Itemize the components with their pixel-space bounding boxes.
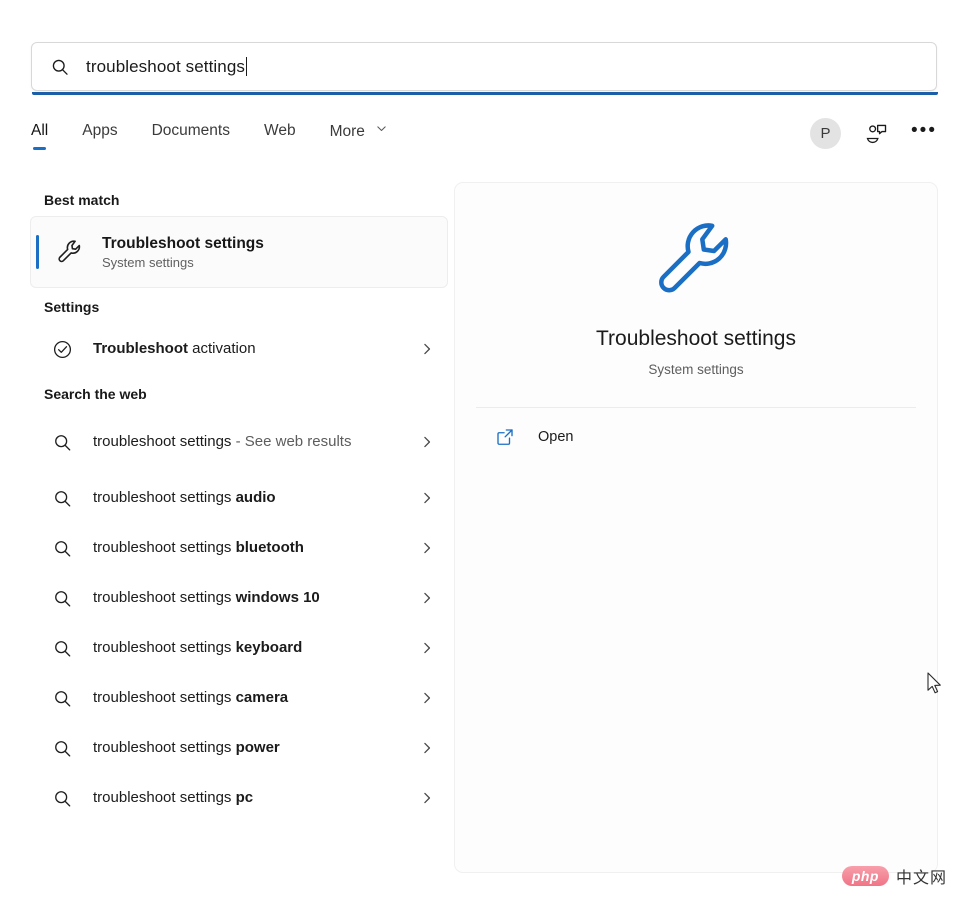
web-result-label: troubleshoot settings - See web results [93, 430, 420, 453]
search-focus-underline [32, 92, 938, 95]
chevron-right-icon [420, 541, 434, 555]
best-match-item[interactable]: Troubleshoot settings System settings [31, 217, 447, 287]
search-icon [52, 488, 73, 509]
web-suggestion-audio[interactable]: troubleshoot settings audio [31, 473, 447, 523]
preview-hero: Troubleshoot settings System settings [455, 183, 937, 377]
avatar-initial: P [820, 125, 831, 142]
tab-apps-label: Apps [82, 122, 118, 139]
chevron-right-icon [420, 491, 434, 505]
web-result-see-web-results[interactable]: troubleshoot settings - See web results [31, 411, 447, 473]
tab-all[interactable]: All [31, 122, 48, 150]
chevron-right-icon [420, 591, 434, 605]
best-match-subtitle: System settings [102, 255, 194, 271]
web-suggestion-label: troubleshoot settings windows 10 [93, 586, 420, 609]
settings-result-bold: Troubleshoot [93, 340, 188, 358]
web-suggestion-label: troubleshoot settings keyboard [93, 636, 420, 659]
web-suggestion-prefix: troubleshoot settings [93, 739, 236, 757]
chevron-right-icon [420, 641, 434, 655]
search-box[interactable]: troubleshoot settings [31, 42, 937, 91]
web-suggestion-prefix: troubleshoot settings [93, 489, 236, 507]
settings-result-troubleshoot-activation[interactable]: Troubleshoot activation [31, 324, 447, 374]
preview-subtitle: System settings [648, 362, 744, 377]
section-header-best-match: Best match [44, 192, 120, 208]
watermark: php 中文网 [841, 864, 947, 888]
search-icon [52, 432, 73, 453]
web-result-suffix: - See web results [231, 433, 352, 451]
tab-more[interactable]: More [330, 122, 389, 151]
web-suggestion-label: troubleshoot settings power [93, 736, 420, 759]
web-suggestion-camera[interactable]: troubleshoot settings camera [31, 673, 447, 723]
web-suggestion-bold: bluetooth [235, 539, 304, 557]
search-icon [52, 688, 73, 709]
results-list: Best match Troubleshoot settings System … [31, 183, 447, 823]
section-header-settings: Settings [44, 299, 100, 315]
best-match-title: Troubleshoot settings [102, 234, 264, 252]
check-circle-icon [52, 339, 73, 360]
web-suggestion-prefix: troubleshoot settings [93, 589, 236, 607]
search-icon [50, 57, 70, 77]
chevron-right-icon [420, 435, 434, 449]
web-suggestion-label: troubleshoot settings pc [93, 786, 420, 809]
web-suggestion-pc[interactable]: troubleshoot settings pc [31, 773, 447, 823]
web-suggestion-label: troubleshoot settings camera [93, 686, 420, 709]
settings-result-label: Troubleshoot activation [93, 337, 420, 360]
web-suggestion-prefix: troubleshoot settings [93, 639, 236, 657]
web-suggestion-bold: windows 10 [235, 589, 320, 607]
web-result-query: troubleshoot settings [93, 433, 232, 451]
tab-web[interactable]: Web [264, 122, 296, 150]
open-button[interactable]: Open [476, 408, 916, 466]
search-icon [52, 638, 73, 659]
avatar[interactable]: P [810, 118, 842, 149]
web-suggestion-keyboard[interactable]: troubleshoot settings keyboard [31, 623, 447, 673]
header-actions: P ••• [810, 118, 937, 149]
watermark-text: 中文网 [895, 870, 947, 887]
tab-documents-label: Documents [151, 122, 230, 139]
chevron-right-icon [420, 342, 434, 356]
search-icon [52, 788, 73, 809]
wrench-icon [648, 212, 744, 308]
web-suggestion-power[interactable]: troubleshoot settings power [31, 723, 447, 773]
wrench-icon [55, 237, 85, 267]
feedback-icon[interactable] [863, 121, 889, 147]
more-options-icon[interactable]: ••• [911, 121, 937, 147]
web-suggestion-prefix: troubleshoot settings [93, 539, 236, 557]
web-suggestion-label: troubleshoot settings bluetooth [93, 536, 420, 559]
search-icon [52, 738, 73, 759]
tab-documents[interactable]: Documents [152, 122, 230, 150]
chevron-right-icon [420, 691, 434, 705]
web-suggestion-bold: power [235, 739, 280, 757]
search-icon [52, 538, 73, 559]
text-caret [245, 57, 247, 76]
results-tabbar: All Apps Documents Web More [31, 122, 937, 164]
search-input-value[interactable]: troubleshoot settings [86, 57, 245, 77]
tab-more-label: More [329, 123, 365, 140]
preview-title: Troubleshoot settings [595, 327, 796, 350]
tab-web-label: Web [263, 122, 296, 139]
tab-apps[interactable]: Apps [82, 122, 117, 150]
chevron-down-icon [375, 122, 388, 140]
web-suggestion-bold: audio [235, 489, 276, 507]
chevron-right-icon [420, 741, 434, 755]
chevron-right-icon [420, 791, 434, 805]
watermark-logo: php [841, 866, 889, 886]
web-suggestion-label: troubleshoot settings audio [93, 486, 420, 509]
section-header-search-the-web: Search the web [44, 386, 147, 402]
web-suggestion-windows-10[interactable]: troubleshoot settings windows 10 [31, 573, 447, 623]
open-button-label: Open [538, 429, 574, 445]
search-icon [52, 588, 73, 609]
tab-all-label: All [31, 122, 49, 139]
web-suggestion-bluetooth[interactable]: troubleshoot settings bluetooth [31, 523, 447, 573]
web-suggestion-bold: camera [235, 689, 289, 707]
settings-result-rest: activation [188, 340, 256, 358]
web-suggestion-prefix: troubleshoot settings [93, 689, 236, 707]
external-link-icon [495, 427, 515, 447]
web-suggestion-bold: keyboard [235, 639, 303, 657]
web-suggestion-prefix: troubleshoot settings [93, 789, 236, 807]
preview-panel: Troubleshoot settings System settings Op… [455, 183, 937, 872]
web-suggestion-bold: pc [235, 789, 254, 807]
